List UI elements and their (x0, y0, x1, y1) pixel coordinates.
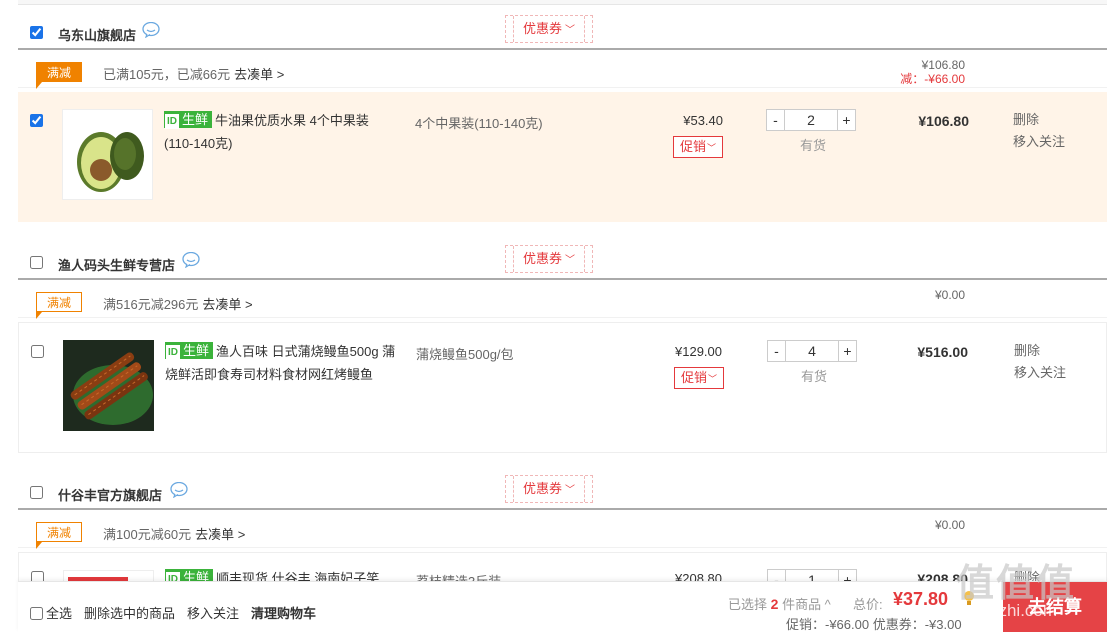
shop-section: 什谷丰官方旗舰店 优惠券 ﹀ 满减 满100元减60元 去凑单 > ¥0.00 ID… (18, 470, 1107, 632)
item-ops: 删除 移入关注 (1013, 109, 1065, 153)
product-image[interactable] (63, 340, 154, 431)
fresh-badge: ID 生鲜 (165, 342, 214, 360)
promo-sum-total: ¥106.80 (921, 58, 965, 72)
delete-link[interactable]: 删除 (1014, 340, 1066, 362)
product-image[interactable] (62, 109, 153, 200)
checkout-button[interactable]: 去结算 (1003, 582, 1107, 632)
delete-link[interactable]: 删除 (1013, 109, 1065, 131)
chevron-down-icon: ﹀ (708, 374, 718, 384)
qty-input[interactable]: 2 (785, 110, 837, 130)
move-follow-link[interactable]: 移入关注 (187, 603, 239, 622)
shop-name[interactable]: 乌东山旗舰店 (58, 25, 136, 44)
chevron-down-icon: ﹀ (565, 25, 575, 36)
coupon-button[interactable]: 优惠券 ﹀ (505, 15, 593, 43)
fresh-icon: ID (166, 345, 180, 360)
total-price: ¥37.80 (893, 589, 949, 609)
gather-link[interactable]: 去凑单 > (234, 67, 284, 82)
shop-section: 渔人码头生鲜专营店 优惠券 ﹀ 满减 满516元减296元 去凑单 > ¥0.00 (18, 240, 1107, 453)
shop-checkbox[interactable] (30, 256, 43, 269)
promo-text: 已满105元，已减66元 去凑单 > (103, 67, 285, 82)
select-all[interactable]: 全选 (30, 603, 72, 622)
chevron-down-icon: ﹀ (565, 255, 575, 266)
cart-item: ID 生鲜 牛油果优质水果 4个中果装(110-140克) 4个中果装(110-14… (18, 92, 1107, 222)
gather-link[interactable]: 去凑单 > (202, 297, 252, 312)
item-checkbox[interactable] (31, 345, 44, 358)
chat-icon[interactable] (170, 482, 188, 498)
select-all-checkbox[interactable] (30, 607, 43, 620)
full-reduction-tag: 满减 (36, 292, 83, 319)
chat-icon[interactable] (182, 252, 200, 268)
stock-status: 有货 (800, 138, 827, 153)
move-follow-link[interactable]: 移入关注 (1014, 362, 1066, 384)
qty-minus-button[interactable]: - (767, 110, 785, 130)
fresh-icon: ID (165, 114, 179, 129)
quantity-stepper: - 2 + (766, 109, 856, 131)
shop-checkbox[interactable] (30, 486, 43, 499)
promo-dropdown[interactable]: 促销﹀ (673, 136, 723, 158)
gather-link[interactable]: 去凑单 > (195, 527, 245, 542)
promo-bar: 满减 已满105元，已减66元 去凑单 > ¥106.80 减：-¥66.00 (18, 48, 1107, 89)
item-ops: 删除 移入关注 (1014, 340, 1066, 384)
qty-minus-button[interactable]: - (768, 341, 786, 361)
top-divider (18, 0, 1107, 5)
chat-icon[interactable] (142, 22, 160, 38)
product-spec: 蒲烧鳗鱼500g/包 (416, 347, 514, 362)
unit-price: ¥53.40 (683, 113, 723, 128)
promo-summary: ¥0.00 (935, 288, 965, 302)
coupon-button[interactable]: 优惠券 ﹀ (505, 475, 593, 503)
promo-bar: 满减 满100元减60元 去凑单 > ¥0.00 (18, 508, 1107, 549)
bulb-icon[interactable] (963, 590, 975, 606)
move-follow-link[interactable]: 移入关注 (1013, 131, 1065, 153)
promo-sum-minus: 减：-¥66.00 (900, 72, 965, 86)
full-reduction-tag: 满减 (36, 522, 83, 549)
product-title[interactable]: ID 生鲜 牛油果优质水果 4个中果装(110-140克) (164, 109, 396, 155)
shop-checkbox[interactable] (30, 26, 43, 39)
qty-plus-button[interactable]: + (838, 341, 856, 361)
cart-item: ID 生鲜 渔人百味 日式蒲烧鳗鱼500g 蒲烧鲜活即食寿司材料食材网红烤鳗鱼 蒲烧… (18, 322, 1107, 453)
full-reduction-tag: 满减 (36, 62, 83, 89)
quantity-stepper: - 4 + (767, 340, 857, 362)
item-subtotal: ¥106.80 (918, 113, 969, 129)
promo-dropdown[interactable]: 促销﹀ (674, 367, 724, 389)
coupon-button[interactable]: 优惠券 ﹀ (505, 245, 593, 273)
total-label: 总价: (853, 597, 883, 612)
promo-bar: 满减 满516元减296元 去凑单 > ¥0.00 (18, 278, 1107, 319)
promo-summary: ¥0.00 (935, 518, 965, 532)
qty-input[interactable]: 4 (786, 341, 838, 361)
promo-sum-total: ¥0.00 (934, 518, 965, 532)
savings-detail: 促销：-¥66.00 优惠券：-¥3.00 (786, 617, 962, 632)
clear-cart-link[interactable]: 清理购物车 (251, 603, 316, 622)
fresh-badge: ID 生鲜 (164, 111, 213, 129)
promo-text: 满100元减60元 去凑单 > (103, 527, 246, 542)
chevron-down-icon: ﹀ (707, 143, 717, 153)
chevron-down-icon: ﹀ (565, 485, 575, 496)
promo-text: 满516元减296元 去凑单 > (103, 297, 253, 312)
item-checkbox[interactable] (30, 114, 43, 127)
item-subtotal: ¥516.00 (917, 344, 968, 360)
delete-selected-link[interactable]: 删除选中的商品 (84, 603, 175, 622)
unit-price: ¥129.00 (675, 344, 722, 359)
stock-status: 有货 (801, 369, 828, 384)
product-title[interactable]: ID 生鲜 渔人百味 日式蒲烧鳗鱼500g 蒲烧鲜活即食寿司材料食材网红烤鳗鱼 (165, 340, 397, 386)
shop-name[interactable]: 渔人码头生鲜专营店 (58, 255, 175, 274)
shop-section: 乌东山旗舰店 优惠券 ﹀ 满减 已满105元，已减66元 去凑单 > ¥106.80… (18, 10, 1107, 222)
shop-name[interactable]: 什谷丰官方旗舰店 (58, 485, 162, 504)
cart-footer-bar: 全选 删除选中的商品 移入关注 清理购物车 已选择 2 件商品 ^ 总价: ¥3… (18, 581, 1107, 632)
product-spec: 4个中果装(110-140克) (415, 116, 543, 131)
promo-sum-total: ¥0.00 (934, 288, 965, 302)
selected-count[interactable]: 已选择 2 件商品 ^ (728, 594, 831, 613)
promo-summary: ¥106.80 减：-¥66.00 (900, 58, 965, 86)
qty-plus-button[interactable]: + (837, 110, 855, 130)
